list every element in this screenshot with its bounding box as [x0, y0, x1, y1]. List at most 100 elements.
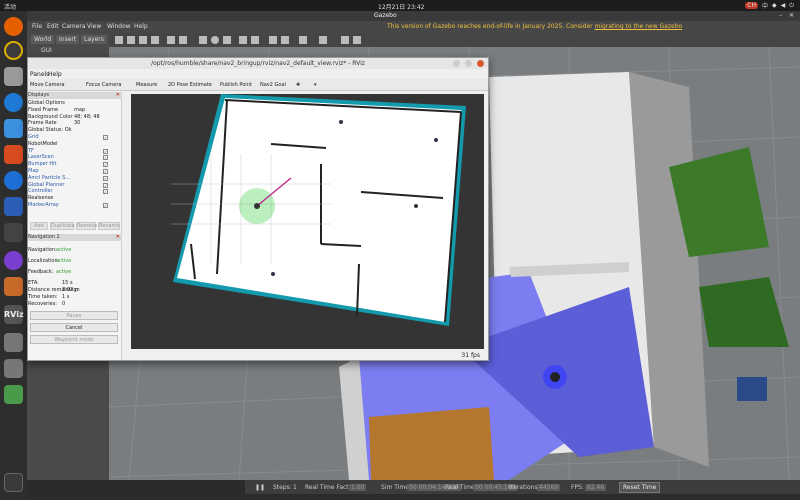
more-tools-icon[interactable]: ▾ [314, 82, 317, 88]
migration-link[interactable]: migrating to the new Gazebo [595, 23, 683, 30]
clock[interactable]: 12月21日 23:42 [378, 2, 424, 11]
display-row[interactable]: Global Options [28, 100, 122, 107]
app-grid-icon[interactable] [4, 473, 23, 492]
menu-edit[interactable]: Edit [47, 23, 59, 30]
help-icon[interactable] [4, 171, 23, 190]
input-method-badge[interactable]: CH [745, 2, 758, 9]
display-row[interactable]: Map ✓ [28, 168, 122, 175]
system-tray[interactable]: CH 中 ◆ ◀ ⏻ [745, 1, 794, 10]
gui-tree-item[interactable]: GUI [41, 47, 52, 54]
duplicate-display-button[interactable]: Duplicate [50, 222, 75, 230]
display-checkbox[interactable]: ✓ [103, 169, 108, 174]
move-camera-tool[interactable]: Move Camera [30, 82, 65, 88]
menu-rviz-help[interactable]: Help [48, 71, 62, 78]
menu-window[interactable]: Window [107, 23, 131, 30]
remove-display-button[interactable]: Remove [76, 222, 97, 230]
add-tool-icon[interactable]: ✚ [296, 82, 300, 88]
terminal-icon[interactable] [4, 223, 23, 242]
waypoint-mode-button[interactable]: Waypoint mode [30, 335, 118, 344]
reset-time-button[interactable]: Reset Time [619, 482, 661, 493]
minimize-icon[interactable]: – [779, 12, 782, 19]
display-row-label: MarkerArray [28, 202, 59, 208]
display-row[interactable]: Grid ✓ [28, 134, 122, 141]
pose-estimate-tool[interactable]: 2D Pose Estimate [168, 82, 212, 88]
files-icon[interactable] [4, 67, 23, 86]
menu-panels[interactable]: Panels [30, 71, 49, 78]
network-icon[interactable]: ◆ [772, 2, 777, 9]
display-checkbox[interactable]: ✓ [103, 162, 108, 168]
display-row[interactable]: TF ✓ [28, 148, 122, 155]
rviz-minimize-icon[interactable] [453, 60, 460, 67]
gazebo-icon[interactable] [4, 251, 23, 270]
measure-tool[interactable]: Measure [136, 82, 157, 88]
rviz-maximize-icon[interactable] [465, 60, 472, 67]
nav2-goal-tool[interactable]: Nav2 Goal [260, 82, 286, 88]
rviz-close-icon[interactable] [477, 60, 484, 67]
software-icon[interactable] [4, 145, 23, 164]
cancel-button[interactable]: Cancel [30, 323, 118, 332]
display-row[interactable]: Amcl Particle S... ✓ [28, 175, 122, 182]
disk2-icon[interactable] [4, 359, 23, 378]
disk-icon[interactable] [4, 333, 23, 352]
rviz-icon[interactable]: RViz [4, 305, 24, 324]
menu-file[interactable]: File [32, 23, 42, 30]
display-row[interactable]: Background Color 48; 48; 48 [28, 114, 122, 121]
focus-camera-tool[interactable]: Focus Camera [86, 82, 122, 88]
rhythmbox-icon[interactable] [4, 41, 23, 60]
display-checkbox[interactable]: ✓ [103, 135, 108, 140]
display-row[interactable]: RobotModel [28, 141, 122, 148]
steps-value[interactable]: 1 [293, 484, 297, 491]
iterations-value: 44569 [537, 484, 561, 491]
rviz-status-bar: 31 fps [28, 350, 488, 360]
display-row[interactable]: Frame Rate 30 [28, 120, 122, 127]
spot-light-icon [251, 36, 259, 44]
align-icon [299, 36, 307, 44]
display-row[interactable]: Realsense [28, 195, 122, 202]
navigation-close-icon[interactable]: ✕ [116, 234, 120, 241]
activities-button[interactable]: 活动 [4, 2, 16, 11]
close-icon[interactable]: ✕ [789, 12, 794, 19]
power-icon[interactable]: ⏻ [789, 2, 794, 10]
writer-icon[interactable] [4, 119, 23, 138]
rviz-3d-view[interactable] [131, 94, 484, 349]
tab-world[interactable]: World [31, 35, 55, 44]
translate-tool-icon [127, 36, 135, 44]
copy-icon [269, 36, 277, 44]
display-checkbox[interactable]: ✓ [103, 189, 108, 195]
eta-value: 15 s [62, 280, 73, 286]
volume-icon[interactable]: ◀ [781, 2, 786, 9]
tab-layers[interactable]: Layers [81, 35, 107, 44]
add-display-button[interactable]: Add [30, 222, 48, 230]
toolbar-icons[interactable] [109, 33, 800, 47]
tab-insert[interactable]: Insert [56, 35, 80, 44]
thunderbird-icon[interactable] [4, 93, 23, 112]
display-checkbox[interactable]: ✓ [103, 182, 108, 188]
navigation-header: Navigation 2 ✕ [28, 234, 122, 241]
display-row[interactable]: Fixed Frame map [28, 107, 122, 114]
eta-label: ETA: [28, 280, 39, 286]
display-checkbox[interactable]: ✓ [103, 203, 108, 208]
trash-icon[interactable] [4, 385, 23, 404]
pause-button[interactable]: Pause [30, 311, 118, 320]
display-checkbox[interactable]: ✓ [103, 175, 108, 181]
displays-close-icon[interactable]: ✕ [116, 92, 120, 99]
display-row[interactable]: Controller ✓ [28, 188, 122, 195]
menu-camera[interactable]: Camera [62, 23, 86, 30]
display-row[interactable]: Global Planner ✓ [28, 182, 122, 189]
real-time-label: Real Time: [445, 484, 477, 491]
display-row[interactable]: MarkerArray ✓ [28, 202, 122, 209]
display-checkbox[interactable]: ✓ [103, 148, 108, 154]
publish-point-tool[interactable]: Publish Point [220, 82, 252, 88]
editor-icon[interactable] [4, 197, 23, 216]
menu-help[interactable]: Help [134, 23, 148, 30]
pause-icon[interactable]: ❚❚ [255, 484, 265, 491]
language-indicator[interactable]: 中 [762, 1, 768, 10]
display-checkbox[interactable]: ✓ [103, 155, 108, 161]
display-row[interactable]: Global Status: Ok [28, 127, 122, 134]
rename-display-button[interactable]: Rename [98, 222, 120, 230]
display-row[interactable]: Bumper Hit ✓ [28, 161, 122, 168]
menu-view[interactable]: View [87, 23, 101, 30]
firefox-icon[interactable] [4, 17, 23, 36]
display-row[interactable]: LaserScan ✓ [28, 154, 122, 161]
package-icon[interactable] [4, 277, 23, 296]
